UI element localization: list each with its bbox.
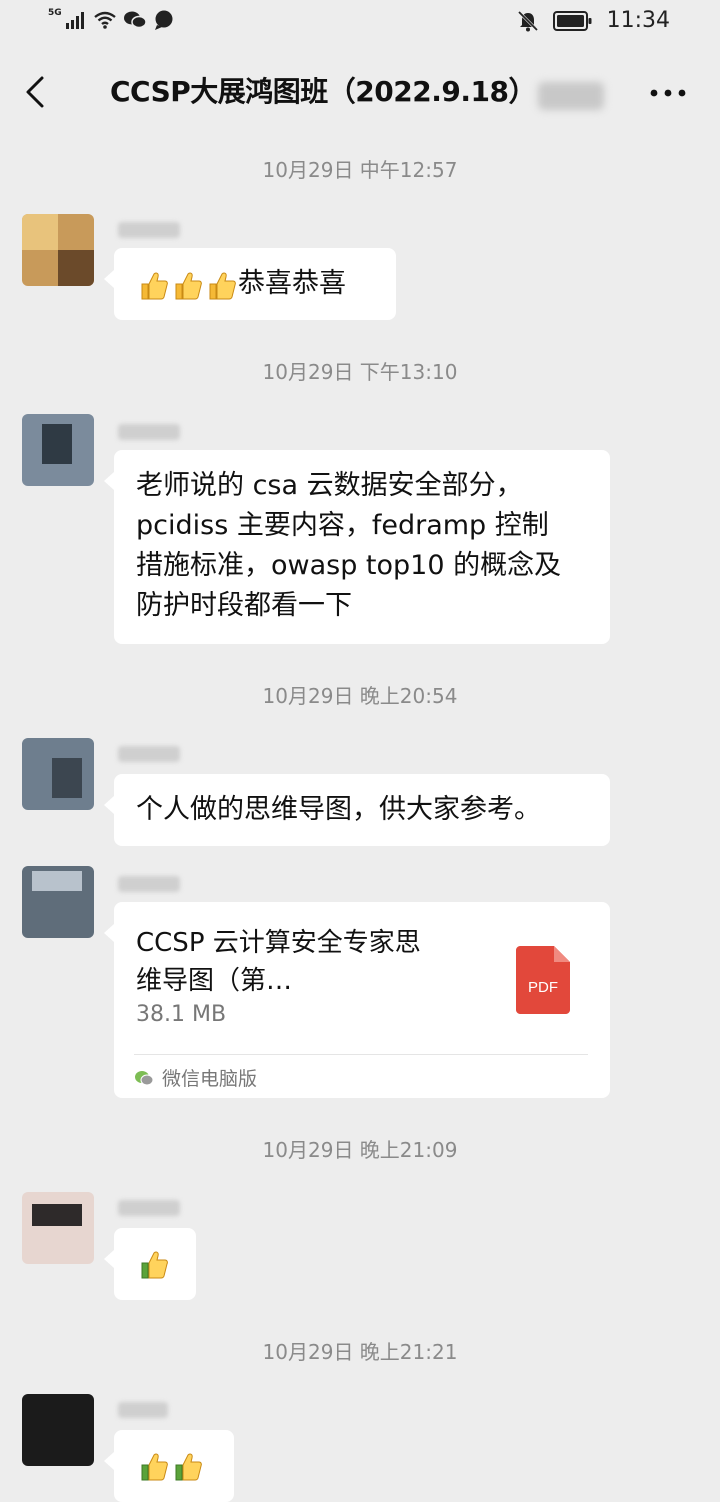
thumbs-up-icon [141, 1251, 168, 1279]
sender-name-redacted [118, 1200, 180, 1216]
more-dots-icon[interactable] [648, 86, 688, 100]
message-icon [154, 10, 173, 30]
file-size: 38.1 MB [136, 1002, 227, 1027]
thumbs-up-icon [175, 1453, 202, 1481]
avatar[interactable] [22, 414, 94, 486]
message-bubble[interactable]: 个人做的思维导图，供大家参考。 [104, 774, 610, 846]
sender-name-redacted [118, 876, 180, 892]
wechat-mini-icon [135, 1070, 154, 1085]
message-bubble[interactable] [104, 1430, 234, 1502]
chat-header: CCSP大展鸿图班（2022.9.18） [0, 50, 720, 136]
thumbs-up-icon [175, 272, 202, 299]
mute-bell-icon [517, 10, 538, 31]
wifi-icon [93, 11, 116, 29]
chat-title: CCSP大展鸿图班（2022.9.18） [110, 75, 536, 108]
divider [134, 1054, 588, 1055]
message-text: 个人做的思维导图，供大家参考。 [136, 794, 541, 825]
thumbs-up-icon [141, 1453, 168, 1481]
signal-icon [65, 12, 84, 29]
message-line: 防护时段都看一下 [136, 590, 352, 621]
network-type: 5G [48, 8, 62, 18]
sender-name-redacted [118, 222, 180, 238]
avatar[interactable] [22, 1192, 94, 1264]
message-bubble[interactable] [104, 1228, 196, 1300]
thumbs-up-icon [209, 272, 236, 299]
pdf-label: PDF [528, 979, 558, 996]
battery-icon [552, 10, 592, 31]
file-message-card[interactable]: CCSP 云计算安全专家思 维导图（第… 38.1 MB PDF 微信电脑版 [104, 902, 610, 1098]
message-text-content: 恭喜恭喜 [238, 268, 346, 299]
message-timestamp: 10月29日 中午12:57 [262, 158, 458, 182]
message-text: 恭喜恭喜 [136, 268, 346, 299]
message-line: 老师说的 csa 云数据安全部分， [136, 470, 523, 501]
file-source: 微信电脑版 [134, 1064, 257, 1091]
avatar[interactable] [22, 738, 94, 810]
sender-name-redacted [118, 746, 180, 762]
redacted-member-count [538, 82, 604, 110]
message-line: pcidiss 主要内容，fedramp 控制 [136, 510, 549, 541]
message-line: 措施标准，owasp top10 的概念及 [136, 550, 562, 581]
sender-name-redacted [118, 424, 180, 440]
file-source-label: 微信电脑版 [162, 1068, 258, 1090]
avatar[interactable] [22, 1394, 94, 1466]
avatar[interactable] [22, 214, 94, 286]
message-bubble[interactable]: 老师说的 csa 云数据安全部分， pcidiss 主要内容，fedramp 控… [104, 450, 610, 644]
message-timestamp: 10月29日 晚上21:09 [262, 1138, 458, 1162]
sender-name-redacted [118, 1402, 168, 1418]
message-bubble[interactable]: 恭喜恭喜 [104, 248, 396, 320]
file-title-line: 维导图（第… [136, 966, 293, 996]
chevron-left-icon[interactable] [18, 72, 54, 112]
file-title-line: CCSP 云计算安全专家思 [136, 928, 421, 958]
message-timestamp: 10月29日 下午13:10 [262, 360, 458, 384]
wechat-icon [123, 11, 147, 29]
message-timestamp: 10月29日 晚上21:21 [262, 1340, 458, 1364]
file-title: CCSP 云计算安全专家思 维导图（第… [136, 924, 496, 1000]
avatar[interactable] [22, 866, 94, 938]
message-timestamp: 10月29日 晚上20:54 [262, 684, 458, 708]
clock: 11:34 [606, 8, 670, 33]
thumbs-up-icon [141, 272, 168, 299]
status-bar: 5G 11:34 [0, 0, 720, 50]
pdf-file-icon: PDF [516, 946, 570, 1014]
